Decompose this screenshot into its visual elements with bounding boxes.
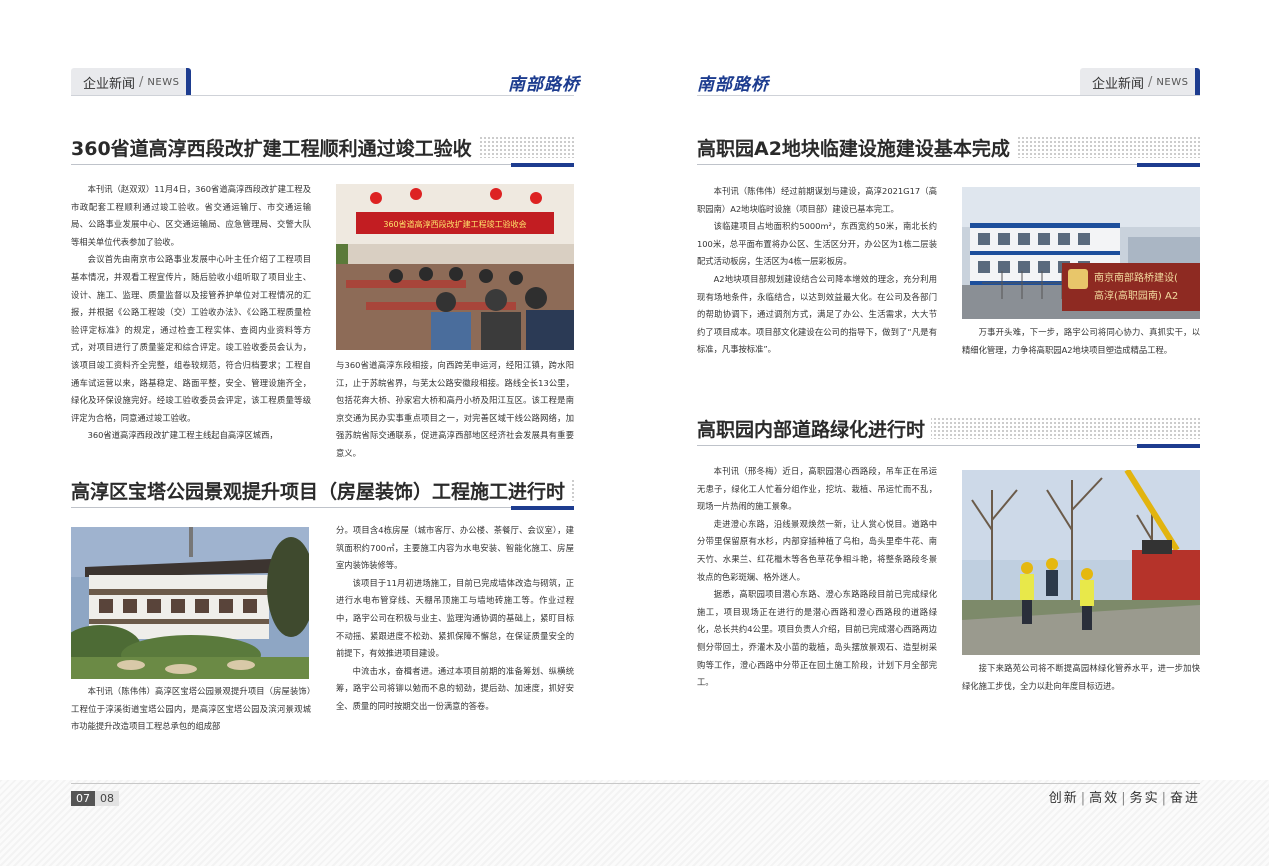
meeting-banner-text: 360省道高淳西段改扩建工程竣工验收会 [383,219,526,229]
title-accent-bar [1137,444,1200,448]
slogan-word: 创新 [1048,791,1079,806]
paragraph: 分。项目含4栋房屋（城市客厅、办公楼、茶餐厅、会议室），建筑面积约700㎡，主要… [336,525,574,571]
slogan-separator: | [1161,791,1168,806]
article-body-col1: 本刊讯（邢冬梅）近日，高职园潜心西路段，吊车正在吊运无患子，绿化工人忙着分组作业… [697,463,937,692]
paragraph: 360省道高淳西段改扩建工程主线起自高淳区城西， [87,430,278,441]
page-number-left: 07 [71,791,95,806]
header-rule-right [697,95,1200,96]
section-tab-en: NEWS [147,76,180,88]
brand-logo-left: 南部路桥 [508,75,580,95]
paragraph: 本刊讯（邢冬梅）近日，高职园潜心西路段，吊车正在吊运无患子，绿化工人忙着分组作业… [697,466,937,512]
article-title: 高职园A2地块临建设施建设基本完成 [697,134,1016,161]
paragraph: 本刊讯（陈伟伟）经过前期谋划与建设，高淳2021G17（高职园南）A2地块临时设… [697,186,937,214]
section-tab-en: NEWS [1156,76,1189,88]
slogan-word: 奋进 [1169,791,1200,806]
title-accent-bar [511,163,574,167]
paragraph: 会议首先由南京市公路事业发展中心叶主任介绍了工程项目基本情况，并观看工程宣传片，… [71,254,311,423]
article-title-block: 高职园内部道路绿化进行时 [697,415,1200,442]
title-underline [71,164,511,165]
paragraph: 中流击水，奋楫者进。通过本项目前期的准备筹划、纵横统筹，路宇公司将铆以勉而不息的… [336,665,574,711]
slogan-separator: | [1080,791,1088,806]
article-title-block: 360省道高淳西段改扩建工程顺利通过竣工验收 [71,134,574,161]
park-building-photo [71,527,309,679]
header-rule-left [71,95,574,96]
title-underline [71,507,511,508]
site-sign-line2: 高淳(高职园南) A2 [1094,289,1178,302]
paragraph: 万事开头难，下一步，路宇公司将同心协力、真抓实干，以精细化管理，力争将高职园A2… [962,327,1200,355]
paragraph: 该项目于11月初进场施工，目前已完成墙体改造与砌筑，正进行水电布管穿线、天棚吊顶… [336,577,574,659]
page-number-right: 08 [95,791,119,806]
title-underline [697,164,1137,165]
footer-rule [71,783,1200,784]
paragraph: 走进澄心东路，沿线景观焕然一新，让人赏心悦目。道路中分带里保留原有水杉，内部穿插… [697,518,937,582]
paragraph: 该临建项目占地面积约5000m²，东西宽约50米，南北长约100米，总平面布置将… [697,221,937,267]
site-office-photo: 南京南部路桥建设( 高淳(高职园南) A2 [962,187,1200,319]
road-greening-photo [962,470,1200,655]
article-title: 高淳区宝塔公园景观提升项目（房屋装饰）工程施工进行时 [71,477,572,504]
article-title-block: 高职园A2地块临建设施建设基本完成 [697,134,1200,161]
article-body-col1: 本刊讯（陈伟伟）高淳区宝塔公园景观提升项目（房屋装饰）工程位于淳溪街道宝塔公园内… [71,683,311,736]
section-tab-slash: / [1148,74,1153,90]
section-tab-left: 企业新闻 / NEWS [71,68,191,96]
article-body-col2: 分。项目含4栋房屋（城市客厅、办公楼、茶餐厅、会议室），建筑面积约700㎡，主要… [336,522,574,716]
acceptance-meeting-photo: 360省道高淳西段改扩建工程竣工验收会 [336,184,574,350]
title-accent-bar [511,506,574,510]
article-body-col1: 本刊讯（陈伟伟）经过前期谋划与建设，高淳2021G17（高职园南）A2地块临时设… [697,183,937,359]
article-body-col1: 本刊讯（赵双双）11月4日，360省道高淳西段改扩建工程及市政配套工程顺利通过竣… [71,181,311,445]
section-tab-cn: 企业新闻 [1092,76,1145,92]
section-tab-cn: 企业新闻 [83,76,136,92]
page-numbers: 07 08 [71,791,119,806]
footer-slogan: 创新 | 高效 | 务实 | 奋进 [1049,787,1200,806]
section-tab-slash: / [139,74,144,90]
title-accent-bar [1137,163,1200,167]
paragraph: 本刊讯（陈伟伟）高淳区宝塔公园景观提升项目（房屋装饰）工程位于淳溪街道宝塔公园内… [71,686,311,732]
paragraph: A2地块项目部规划建设结合公司降本增效的理念，充分利用现有场地条件，永临结合，以… [697,273,937,355]
brand-logo-right: 南部路桥 [697,75,769,95]
site-sign-line1: 南京南部路桥建设( [1094,271,1178,284]
paragraph: 接下来路苑公司将不断提高园林绿化管养水平，进一步加快绿化施工步伐，全力以赴向年度… [962,663,1200,691]
paragraph: 本刊讯（赵双双）11月4日，360省道高淳西段改扩建工程及市政配套工程顺利通过竣… [71,184,311,247]
section-tab-right: 企业新闻 / NEWS [1080,68,1200,96]
slogan-separator: | [1121,791,1128,806]
article-title-block: 高淳区宝塔公园景观提升项目（房屋装饰）工程施工进行时 [71,477,574,504]
title-underline [697,445,1137,446]
paragraph: 与360省道高淳东段相接，向西跨芜申运河，经阳江镇，跨水阳江，止于苏皖省界，与芜… [336,360,574,458]
slogan-word: 高效 [1089,791,1120,806]
slogan-word: 务实 [1129,791,1160,806]
article-body-col2: 与360省道高淳东段相接，向西跨芜申运河，经阳江镇，跨水阳江，止于苏皖省界，与芜… [336,357,574,463]
article-title: 360省道高淳西段改扩建工程顺利通过竣工验收 [71,134,478,161]
article-title: 高职园内部道路绿化进行时 [697,415,932,442]
article-body-col2: 接下来路苑公司将不断提高园林绿化管养水平，进一步加快绿化施工步伐，全力以赴向年度… [962,660,1200,695]
article-body-col2: 万事开头难，下一步，路宇公司将同心协力、真抓实干，以精细化管理，力争将高职园A2… [962,324,1200,359]
paragraph: 据悉，高职园项目潜心东路、澄心东路路段目前已完成绿化施工，项目现场正在进行的是潜… [697,589,937,688]
